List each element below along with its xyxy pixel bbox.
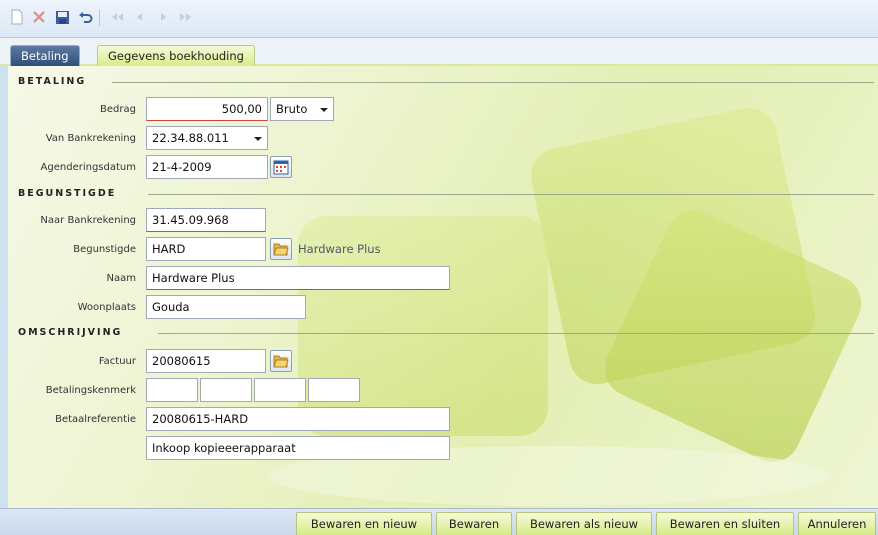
van-bankrekening-value: 22.34.88.011 [152, 131, 229, 145]
betaalreferentie-label: Betaalreferentie [55, 414, 136, 425]
section-divider [158, 333, 874, 334]
save-icon[interactable] [53, 8, 71, 26]
previous-icon[interactable] [131, 8, 149, 26]
tab-gegevens-boekhouding[interactable]: Gegevens boekhouding [97, 45, 255, 66]
betaalreferentie-input[interactable]: 20080615-HARD [146, 407, 450, 431]
form-panel: BETALING Bedrag 500,00 Bruto Van Bankrek… [8, 66, 878, 508]
chevron-down-icon [254, 137, 262, 141]
betalingskenmerk-label: Betalingskenmerk [45, 385, 136, 396]
new-icon[interactable] [8, 8, 26, 26]
action-bar: Bewaren en nieuw Bewaren Bewaren als nie… [0, 508, 878, 535]
naar-bankrekening-input[interactable]: 31.45.09.968 [146, 208, 266, 232]
agenderingsdatum-label: Agenderingsdatum [40, 162, 136, 173]
bedrag-input[interactable]: 500,00 [146, 97, 268, 121]
betalingskenmerk-input-2[interactable] [200, 378, 252, 402]
begunstigde-label: Begunstigde [73, 244, 136, 255]
last-icon[interactable] [177, 8, 195, 26]
annuleren-button[interactable]: Annuleren [798, 512, 876, 535]
section-omschrijving-title: OMSCHRIJVING [18, 327, 123, 338]
agenderingsdatum-input[interactable]: 21-4-2009 [146, 155, 268, 179]
toolbar-separator [99, 10, 100, 26]
bedrag-type-select[interactable]: Bruto [270, 97, 334, 121]
section-betaling-title: BETALING [18, 76, 87, 87]
begunstigde-input[interactable]: HARD [146, 237, 266, 261]
woonplaats-input[interactable]: Gouda [146, 295, 306, 319]
omschrijving-input[interactable]: Inkoop kopieeerapparaat [146, 436, 450, 460]
folder-open-icon[interactable] [270, 350, 292, 372]
bedrag-label: Bedrag [100, 104, 136, 115]
calendar-icon[interactable] [270, 156, 292, 178]
tab-betaling[interactable]: Betaling [10, 45, 80, 66]
betalingskenmerk-input-3[interactable] [254, 378, 306, 402]
betalingskenmerk-input-1[interactable] [146, 378, 198, 402]
bewaren-als-nieuw-button[interactable]: Bewaren als nieuw [516, 512, 652, 535]
first-icon[interactable] [108, 8, 126, 26]
van-bankrekening-label: Van Bankrekening [45, 133, 136, 144]
bewaren-button[interactable]: Bewaren [436, 512, 512, 535]
chevron-down-icon [320, 108, 328, 112]
begunstigde-display-name: Hardware Plus [298, 242, 381, 256]
factuur-label: Factuur [98, 356, 136, 367]
next-icon[interactable] [154, 8, 172, 26]
betalingskenmerk-input-4[interactable] [308, 378, 360, 402]
bewaren-en-nieuw-button[interactable]: Bewaren en nieuw [296, 512, 432, 535]
toolbar [0, 0, 878, 38]
section-divider [112, 82, 874, 83]
van-bankrekening-select[interactable]: 22.34.88.011 [146, 126, 268, 150]
naam-label: Naam [106, 273, 136, 284]
naam-input[interactable]: Hardware Plus [146, 266, 450, 290]
section-begunstigde-title: BEGUNSTIGDE [18, 188, 117, 199]
section-divider [148, 194, 874, 195]
undo-icon[interactable] [76, 8, 94, 26]
naar-bankrekening-label: Naar Bankrekening [40, 215, 136, 226]
bedrag-type-value: Bruto [276, 102, 308, 116]
woonplaats-label: Woonplaats [77, 302, 136, 313]
delete-icon[interactable] [30, 8, 48, 26]
tab-bar: Betaling Gegevens boekhouding [0, 38, 878, 66]
bewaren-en-sluiten-button[interactable]: Bewaren en sluiten [656, 512, 794, 535]
folder-open-icon[interactable] [270, 238, 292, 260]
factuur-input[interactable]: 20080615 [146, 349, 266, 373]
